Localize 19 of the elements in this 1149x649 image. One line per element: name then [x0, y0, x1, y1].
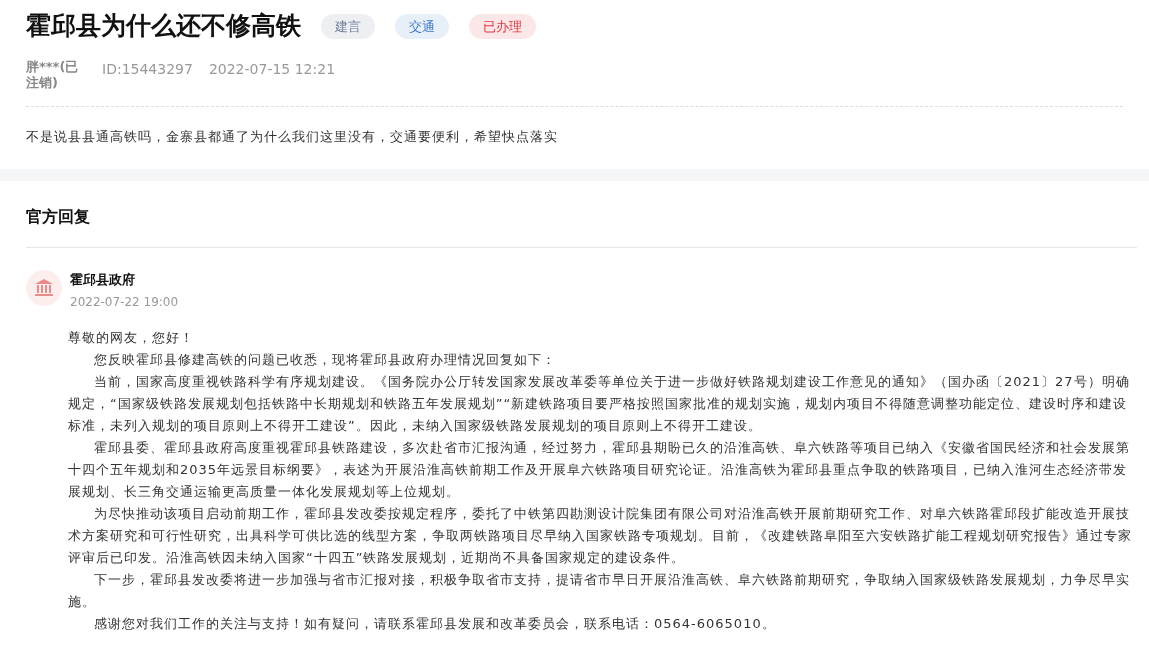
reply-paragraph: 为尽快推动该项目启动前期工作，霍邱县发改委按规定程序，委托了中铁第四勘测设计院集团有限公司对沿淮高铁开展前期研究工作、对阜六铁路霍邱段扩能改造开展技术方案研究和可行性研究，出具科学可供比选的线型方案，争取两铁路项目尽早纳入国家铁路专项规划。目前，《改建铁路阜阳至六安铁路扩能工程规划研究报告》通过专家评审后已印发。沿淮高铁因未纳入国家“十四五”铁路发展规划，近期尚不具备国家规定的建设条件。 — [68, 505, 1133, 568]
section-heading: 官方回复 — [26, 204, 1137, 248]
reply-paragraph: 您反映霍邱县修建高铁的问题已收悉，现将霍邱县政府办理情况回复如下： — [93, 351, 557, 370]
organization-name: 霍邱县政府 — [70, 270, 136, 289]
question-title: 霍邱县为什么还不修高铁 — [26, 10, 301, 42]
building-icon — [34, 277, 54, 298]
reply-greeting: 尊敬的网友，您好！ — [68, 329, 195, 348]
tag: 交通 — [395, 13, 449, 39]
post-time: 2022-07-15 12:21 — [208, 59, 336, 79]
reply-paragraph: 当前，国家高度重视铁路科学有序规划建设。《国务院办公厅转发国家发展改革委等单位关于进一步做好铁路规划建设工作意见的通知》（国办函〔2021〕27号）明确规定，“国家级铁路发展规划包括铁路中长期规划和铁路五年发展规划”“新建铁路项目要严格按照国家批准的规划实施，规划内项目不得随意调整功能定位、建设时序和建设标准，未列入规划的项目原则上不得开工建设”。因此，未纳入国家级铁路发展规划的项目原则上不得开工建设。 — [68, 373, 1131, 436]
reply-paragraph: 感谢您对我们工作的关注与支持！如有疑问，请联系霍邱县发展和改革委员会，联系电话：0564-6065010。 — [93, 615, 777, 634]
tag: 建言 — [321, 13, 375, 39]
question-content: 不是说县县通高铁吗，金寨县都通了为什么我们这里没有，交通要便利，希望快点落实 — [26, 128, 559, 147]
question-id: ID:15443297 — [102, 59, 193, 79]
reply-paragraph: 下一步，霍邱县发改委将进一步加强与省市汇报对接，积极争取省市支持，提请省市早日开展沿淮高铁、阜六铁路前期研究，争取纳入国家级铁路发展规划，力争尽早实施。 — [68, 571, 1131, 612]
tag: 已办理 — [469, 13, 536, 39]
author-name: 胖***(已注销) — [26, 58, 80, 93]
reply-time: 2022-07-22 19:00 — [70, 294, 179, 312]
reply-paragraph: 霍邱县委、霍邱县政府高度重视霍邱县铁路建设，多次赴省市汇报沟通，经过努力，霍邱县期盼已久的沿淮高铁、阜六铁路等项目已纳入《安徽省国民经济和社会发展第十四个五年规划和2035年远景目标纲要》，表述为开展沿淮高铁前期工作及开展阜六铁路项目研究论证。沿淮高铁为霍邱县重点争取的铁路项目，已纳入淮河生态经济带发展规划、长三角交通运输更高质量一体化发展规划等上位规划。 — [68, 439, 1131, 502]
